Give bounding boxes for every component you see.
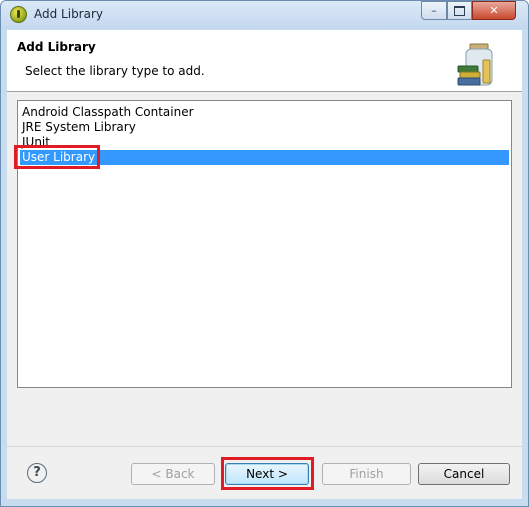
next-button[interactable]: Next > — [225, 463, 309, 485]
title-bar[interactable]: Add Library – ✕ — [1, 1, 528, 29]
add-library-dialog: Add Library – ✕ Add Library Select the l… — [0, 0, 529, 507]
help-icon[interactable]: ? — [27, 463, 47, 483]
back-button[interactable]: < Back — [131, 463, 215, 485]
page-title: Add Library — [17, 40, 96, 54]
close-button[interactable]: ✕ — [472, 1, 516, 20]
maximize-button[interactable] — [447, 1, 472, 20]
wizard-header: Add Library Select the library type to a… — [7, 30, 522, 92]
dialog-body: Add Library Select the library type to a… — [7, 30, 522, 499]
window-title: Add Library — [34, 7, 104, 21]
eclipse-icon — [10, 6, 27, 23]
footer-divider — [7, 446, 522, 447]
cancel-button[interactable]: Cancel — [418, 463, 510, 485]
minimize-button[interactable]: – — [421, 1, 447, 20]
library-type-list[interactable]: Android Classpath Container JRE System L… — [17, 100, 512, 388]
library-jar-icon — [457, 43, 493, 86]
list-item-junit[interactable]: JUnit — [20, 135, 509, 150]
maximize-icon — [454, 6, 465, 16]
list-item-android-classpath-container[interactable]: Android Classpath Container — [20, 105, 509, 120]
finish-button[interactable]: Finish — [322, 463, 411, 485]
page-description: Select the library type to add. — [25, 64, 205, 78]
list-item-user-library[interactable]: User Library — [20, 150, 509, 165]
list-item-jre-system-library[interactable]: JRE System Library — [20, 120, 509, 135]
